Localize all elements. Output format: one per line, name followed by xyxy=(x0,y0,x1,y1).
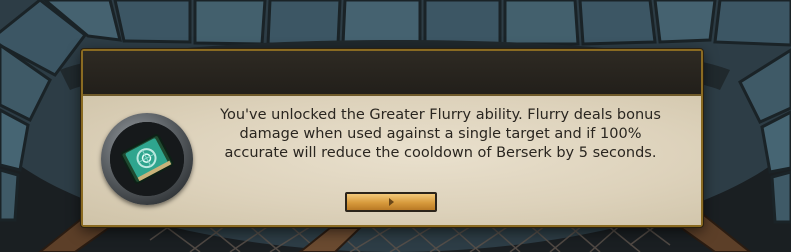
dialog-title-bar xyxy=(83,51,701,96)
ability-unlock-dialog: You've unlocked the Greater Flurry abili… xyxy=(81,49,703,227)
unlock-message: You've unlocked the Greater Flurry abili… xyxy=(220,107,661,161)
continue-button[interactable] xyxy=(345,192,437,212)
arrow-right-icon xyxy=(388,198,394,206)
dialog-body: You've unlocked the Greater Flurry abili… xyxy=(83,96,701,225)
ability-medallion xyxy=(101,113,193,205)
spellbook-icon xyxy=(110,122,184,196)
